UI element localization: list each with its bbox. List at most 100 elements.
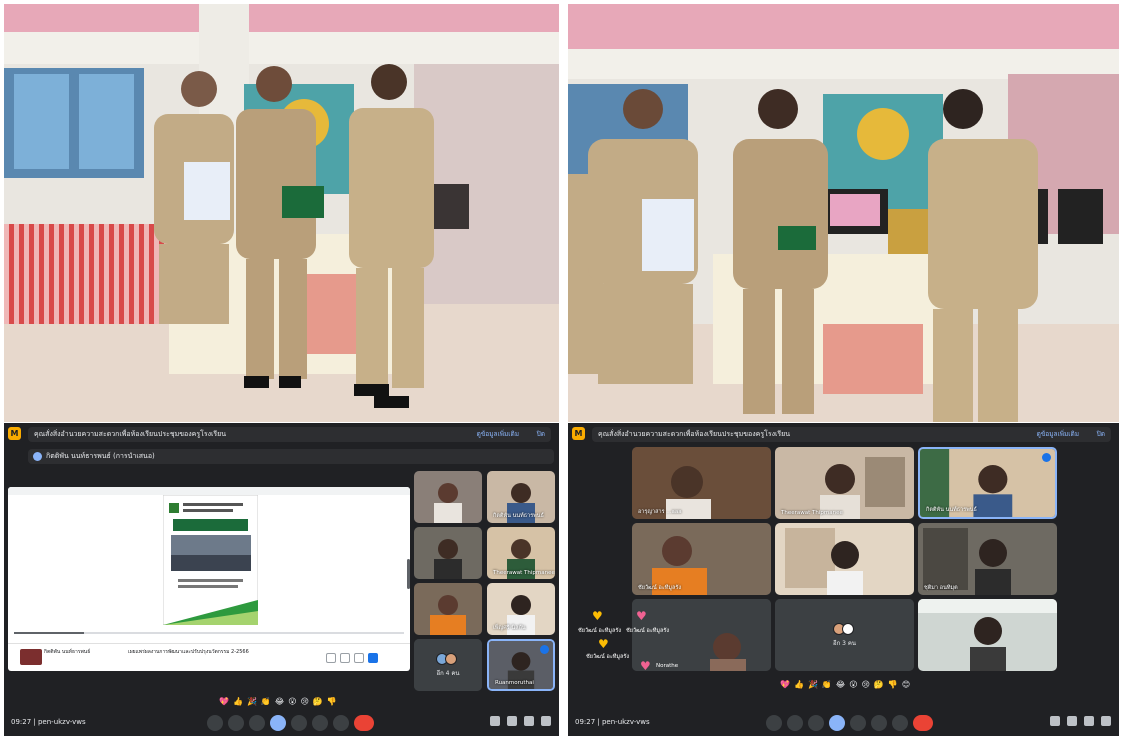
participant-name: กิตติพัน นนท์ธารพนธ์ (493, 513, 544, 519)
like-icon[interactable] (326, 653, 336, 663)
reaction-bar: 💖 👍 🎉 👏 😂 😮 😢 🤔 👎 😊 (780, 679, 910, 691)
leave-call-button[interactable] (354, 715, 374, 731)
reactions-button[interactable] (829, 715, 845, 731)
meet-topbar: M คุณสั่งสิ่งอำนวยความสะดวกเพื่อห้องเรีย… (4, 423, 559, 445)
reaction-thinking-icon[interactable]: 🤔 (874, 679, 884, 691)
meet-controls-bar: 09:27 | pen-ukzv-vws (4, 710, 559, 736)
mic-button[interactable] (766, 715, 782, 731)
present-button[interactable] (291, 715, 307, 731)
meet-logo-icon: M (572, 427, 585, 440)
floating-reaction-icon: ♥ (592, 609, 603, 623)
reaction-party-icon[interactable]: 🎉 (808, 679, 818, 691)
reaction-party-icon[interactable]: 🎉 (247, 696, 257, 708)
banner-text: คุณสั่งสิ่งอำนวยความสะดวกเพื่อห้องเรียนป… (34, 430, 227, 438)
participant-tile[interactable]: Theerawat Thipmanee (775, 447, 914, 519)
info-icon[interactable] (1050, 716, 1060, 726)
reaction-thinking-icon[interactable]: 🤔 (313, 696, 323, 708)
reaction-sad-icon[interactable]: 😢 (862, 679, 870, 691)
captions-button[interactable] (808, 715, 824, 731)
info-banner: คุณสั่งสิ่งอำนวยความสะดวกเพื่อห้องเรียนป… (592, 427, 1111, 442)
presenter-name: กิตติพัน นนท์ธารพนธ์ (การนำเสนอ) (46, 452, 155, 460)
participant-tile[interactable]: Theerawat Thipmanee (487, 527, 555, 579)
reaction-laugh-icon[interactable]: 😂 (836, 679, 845, 691)
floating-reaction-name: Norathe (656, 663, 679, 669)
reaction-laugh-icon[interactable]: 😂 (275, 696, 284, 708)
raise-hand-button[interactable] (312, 715, 328, 731)
reaction-clap-icon[interactable]: 👏 (261, 696, 271, 708)
participant-tile[interactable]: อารุญาสาร ...aaa (632, 447, 771, 519)
present-button[interactable] (850, 715, 866, 731)
banner-learn-more-link[interactable]: ดูข้อมูลเพิ่มเติม (1037, 427, 1079, 442)
activities-icon[interactable] (1101, 716, 1111, 726)
video-call-screenshot-presentation: M คุณสั่งสิ่งอำนวยความสะดวกเพื่อห้องเรีย… (4, 423, 559, 736)
participant-tile[interactable] (775, 523, 914, 595)
reaction-surprised-icon[interactable]: 😮 (288, 696, 296, 708)
participant-tile[interactable]: ชุติมา อนทิมุต (918, 523, 1057, 595)
banner-close-button[interactable]: ปิด (537, 427, 545, 442)
floating-reaction-icon: ♥ (640, 659, 651, 673)
participant-tile-speaking[interactable]: กิตติพัน นนท์ธารพนธ์ (918, 447, 1057, 519)
participant-tile[interactable] (414, 471, 482, 523)
shared-document-poster (163, 495, 258, 625)
reaction-thumbs-up-icon[interactable]: 👍 (794, 679, 804, 691)
star-icon[interactable] (340, 653, 350, 663)
reaction-thumbs-up-icon[interactable]: 👍 (233, 696, 243, 708)
participant-tile[interactable]: เพ็ญศรี นิลกัน (487, 583, 555, 635)
meet-controls-bar: 09:27 | pen-ukzv-vws (568, 710, 1119, 736)
floating-reaction-icon: ♥ (636, 609, 647, 623)
participant-tile[interactable] (918, 599, 1057, 671)
people-icon[interactable] (1067, 716, 1077, 726)
shared-doc-title: เผยแพร่ผลงานการพัฒนาและปรับปรุงนวัตกรรม … (128, 649, 249, 655)
banner-close-button[interactable]: ปิด (1097, 427, 1105, 442)
reactions-button[interactable] (270, 715, 286, 731)
reaction-heart-icon[interactable]: 💖 (780, 679, 790, 691)
raise-hand-button[interactable] (871, 715, 887, 731)
speaking-indicator-icon (540, 645, 549, 654)
people-icon[interactable] (507, 716, 517, 726)
mic-button[interactable] (207, 715, 223, 731)
reaction-heart-icon[interactable]: 💖 (219, 696, 229, 708)
floating-reaction-name: ชัยวัฒน์ อะทีมูลรัง (626, 628, 670, 634)
reaction-thumbs-down-icon[interactable]: 👎 (888, 679, 898, 691)
camera-button[interactable] (787, 715, 803, 731)
save-icon[interactable] (368, 653, 378, 663)
participant-tile-speaking[interactable]: Ruanmoruthai (487, 639, 555, 691)
chat-icon[interactable] (524, 716, 534, 726)
speaking-indicator-icon (1042, 453, 1051, 462)
more-options-button[interactable] (333, 715, 349, 731)
info-icon[interactable] (490, 716, 500, 726)
shared-scrollbar[interactable] (407, 559, 410, 589)
participant-name: ชัยวัฒน์ อะทีมูลรัง (638, 585, 682, 591)
meet-logo-icon: M (8, 427, 21, 440)
meeting-time-and-code: 09:27 | pen-ukzv-vws (11, 718, 86, 726)
floating-reaction-name: ชัยวัฒน์ อะทีมูลรัง (586, 654, 630, 660)
activities-icon[interactable] (541, 716, 551, 726)
more-participants-tile[interactable]: อีก 4 คน (414, 639, 482, 691)
shared-progress-bar[interactable] (14, 632, 404, 634)
floating-reaction-icon: ♥ (598, 637, 609, 651)
photo-award-presentation-2 (568, 4, 1119, 422)
leave-call-button[interactable] (913, 715, 933, 731)
reaction-smile-icon[interactable]: 😊 (902, 679, 910, 691)
share-icon[interactable] (354, 653, 364, 663)
avatar (445, 652, 457, 665)
participant-tile[interactable]: กิตติพัน นนท์ธารพนธ์ (487, 471, 555, 523)
more-participants-tile[interactable]: อีก 3 คน (775, 599, 914, 671)
participant-tile[interactable]: ชัยวัฒน์ อะทีมูลรัง (632, 523, 771, 595)
participant-name: อารุญาสาร ...aaa (638, 509, 682, 515)
reaction-sad-icon[interactable]: 😢 (301, 696, 309, 708)
participant-name: Theerawat Thipmanee (781, 510, 843, 516)
reaction-surprised-icon[interactable]: 😮 (849, 679, 857, 691)
chat-icon[interactable] (1084, 716, 1094, 726)
banner-learn-more-link[interactable]: ดูข้อมูลเพิ่มเติม (477, 427, 519, 442)
photo-collage: M คุณสั่งสิ่งอำนวยความสะดวกเพื่อห้องเรีย… (0, 0, 1123, 736)
reaction-clap-icon[interactable]: 👏 (822, 679, 832, 691)
captions-button[interactable] (249, 715, 265, 731)
camera-button[interactable] (228, 715, 244, 731)
participant-tile[interactable] (414, 527, 482, 579)
participant-tile[interactable] (414, 583, 482, 635)
more-options-button[interactable] (892, 715, 908, 731)
reaction-thumbs-down-icon[interactable]: 👎 (327, 696, 337, 708)
participant-tile[interactable] (632, 599, 771, 671)
photo-award-presentation-1 (4, 4, 559, 422)
